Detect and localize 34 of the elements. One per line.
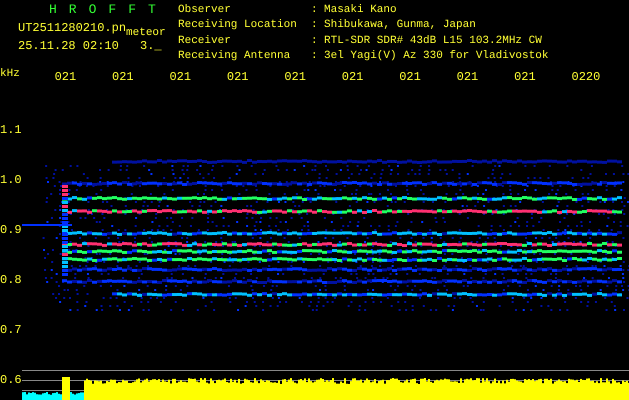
event-type: meteor [126, 28, 166, 40]
info-label: Receiving Location [178, 20, 298, 34]
time-label: 021 [399, 70, 422, 84]
time-label: 0220 [572, 70, 602, 84]
frequency-label: 1.1 [0, 123, 22, 137]
colon-separator: : [311, 5, 319, 18]
colon-separator: : [311, 36, 319, 48]
frequency-label: 0.7 [0, 323, 22, 337]
time-label: 021 [112, 70, 135, 84]
time-label: 021 [342, 70, 364, 84]
time-label: 021 [284, 70, 307, 84]
info-value: RTL-SDR SDR# 43dB L15 103.2MHz CW [324, 36, 543, 48]
info-value: Shibukawa, Gunma, Japan [324, 20, 477, 34]
time-label: 021 [456, 70, 480, 84]
time-label: 021 [54, 70, 78, 84]
info-label: Receiving Antenna [178, 50, 292, 64]
axis-unit: kHz [0, 68, 21, 80]
info-label: Observer [178, 5, 232, 18]
colon-separator: : [311, 20, 319, 34]
info-value: 3el Yagi(V) Az 330 for Vladivostok [324, 50, 550, 64]
info-value: Masaki Kano [324, 5, 398, 18]
timestamp: 25.11.28 02:10 [18, 41, 120, 52]
info-label: Receiver [178, 36, 232, 48]
time-label: 021 [226, 70, 250, 84]
frequency-label: 0.8 [0, 273, 22, 287]
app-title: HROFFT [48, 4, 169, 19]
colon-separator: : [311, 50, 319, 64]
event-count: 3._ [140, 41, 162, 52]
time-label: 021 [514, 70, 537, 84]
file-name: UT2511280210.pn [18, 23, 126, 34]
time-label: 021 [169, 70, 192, 84]
frequency-label: 1.0 [0, 173, 22, 187]
frequency-label: 0.6 [0, 373, 22, 387]
frequency-label: 0.9 [0, 223, 22, 237]
